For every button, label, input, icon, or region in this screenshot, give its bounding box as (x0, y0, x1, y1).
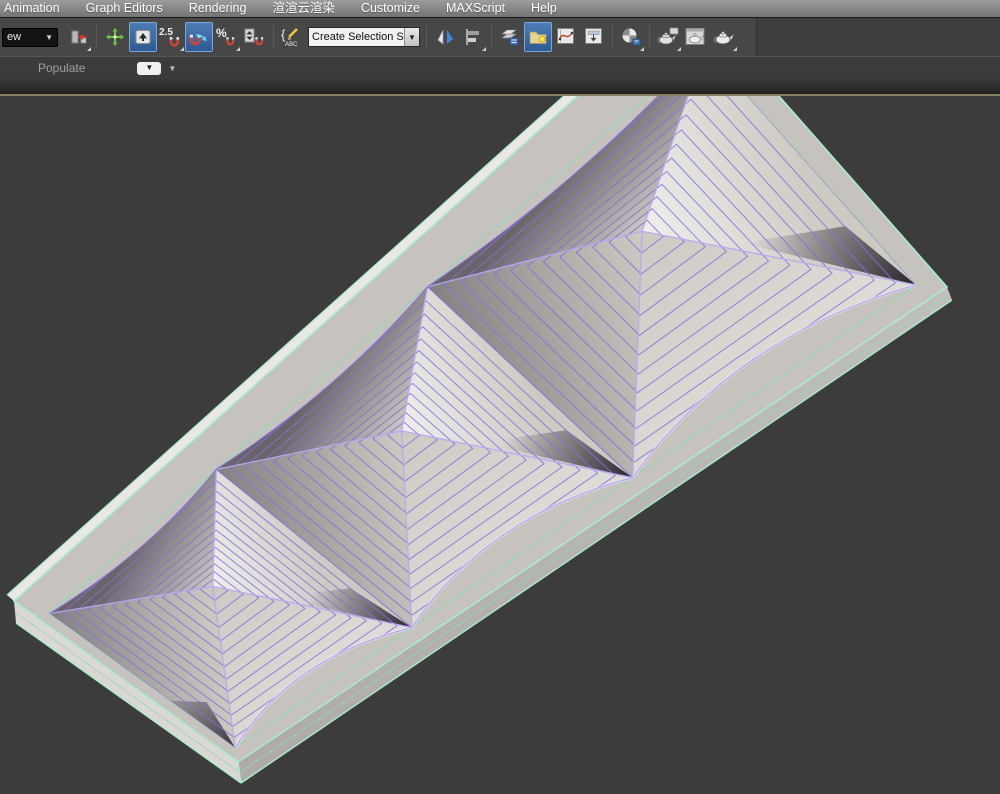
use-pivot-center-button[interactable] (64, 22, 92, 52)
select-and-manipulate-button[interactable] (101, 22, 129, 52)
align-icon (463, 27, 483, 47)
layers-icon (499, 26, 521, 48)
main-toolbar: ew ▼ 2.5 (0, 18, 1000, 56)
scene-explorer-button[interactable] (524, 22, 552, 52)
material-editor-button[interactable] (617, 22, 645, 52)
brace-glyph: { (281, 27, 286, 42)
schematic-view-icon (583, 26, 605, 48)
reference-coordinate-dropdown[interactable]: ew ▼ (2, 28, 58, 47)
rendered-frame-icon (684, 26, 708, 48)
angle-snap-icon (188, 26, 210, 48)
menu-customize[interactable]: Customize (348, 0, 433, 17)
selection-set-value: Create Selection Se (309, 31, 404, 43)
svg-text:ABC: ABC (285, 42, 298, 48)
menu-cloud-render[interactable]: 渲渲云渲染 (259, 0, 348, 17)
ribbon-collapsed-strip (0, 79, 1000, 93)
ribbon-tab-populate[interactable]: Populate (38, 61, 85, 75)
curve-editor-icon (555, 26, 577, 48)
render-production-button[interactable] (710, 22, 738, 52)
vault-model-canvas (0, 96, 1000, 794)
pivot-center-icon (69, 28, 88, 47)
menu-graph-editors[interactable]: Graph Editors (73, 0, 176, 17)
edit-named-selection-sets-button[interactable]: { ABC (278, 22, 306, 52)
curve-editor-button[interactable] (552, 22, 580, 52)
ribbon-options-arrow[interactable]: ▼ (168, 64, 176, 73)
percent-snap-icon: % (215, 26, 239, 48)
mirror-icon (435, 27, 455, 47)
toolbar-separator (612, 25, 613, 49)
chevron-down-icon[interactable]: ▼ (404, 28, 419, 46)
chevron-down-icon: ▼ (45, 33, 53, 42)
named-selection-sets-icon: { ABC (280, 25, 304, 49)
menu-animation[interactable]: Animation (0, 0, 73, 17)
menu-bar: Animation Graph Editors Rendering 渲渲云渲染 … (0, 0, 1000, 18)
material-editor-icon (620, 26, 642, 48)
svg-text:2.5: 2.5 (159, 27, 173, 38)
keyboard-shortcut-override-button[interactable] (129, 22, 157, 52)
select-manipulate-icon (105, 27, 125, 47)
mirror-button[interactable] (431, 22, 459, 52)
rendered-frame-window-button[interactable] (682, 22, 710, 52)
snap-2-5-icon: 2.5 (158, 25, 184, 49)
spinner-snap-icon (243, 26, 267, 48)
scene-explorer-icon (527, 26, 549, 48)
svg-text:%: % (216, 26, 227, 40)
schematic-view-button[interactable] (580, 22, 608, 52)
named-selection-set-combobox[interactable]: Create Selection Se ▼ (308, 27, 420, 47)
coordinate-value: ew (7, 31, 21, 43)
toolbar-separator (426, 25, 427, 49)
toolbar-separator (273, 25, 274, 49)
toolbar-panel: ew ▼ 2.5 (0, 18, 757, 56)
spinner-snap-toggle-button[interactable] (241, 22, 269, 52)
angle-snap-toggle-button[interactable] (185, 22, 213, 52)
align-button[interactable] (459, 22, 487, 52)
menu-help[interactable]: Help (518, 0, 570, 17)
render-setup-icon (656, 26, 680, 48)
snap-toggle-2-5-button[interactable]: 2.5 (157, 22, 185, 52)
menu-maxscript[interactable]: MAXScript (433, 0, 518, 17)
viewport-3d[interactable] (0, 96, 1000, 794)
render-setup-button[interactable] (654, 22, 682, 52)
menu-rendering[interactable]: Rendering (176, 0, 260, 17)
manage-layers-button[interactable] (496, 22, 524, 52)
toolbar-separator (96, 25, 97, 49)
keyboard-override-icon (133, 27, 153, 47)
ribbon-minimize-button[interactable]: ▼ (137, 62, 161, 75)
toolbar-separator (649, 25, 650, 49)
percent-snap-toggle-button[interactable]: % (213, 22, 241, 52)
ribbon-bar: Populate ▼ ▼ (0, 56, 1000, 79)
render-teapot-icon (712, 26, 736, 48)
toolbar-separator (491, 25, 492, 49)
